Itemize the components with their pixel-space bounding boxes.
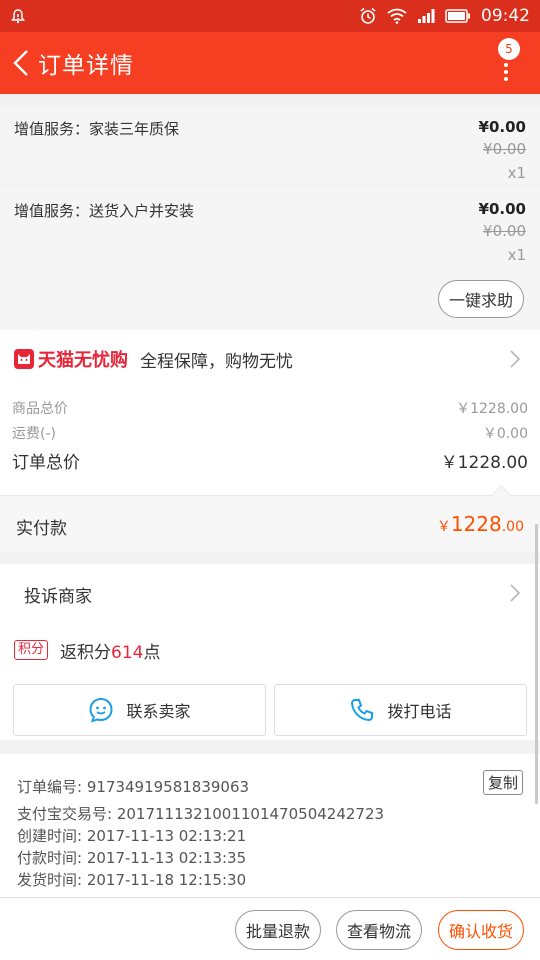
status-bar: 09:42	[0, 0, 540, 32]
payment-time: 付款时间: 2017-11-13 02:13:35	[17, 849, 247, 867]
title-bar: 订单详情 5	[0, 32, 540, 94]
batch-refund-button[interactable]: 批量退款	[235, 910, 321, 950]
complain-seller-row[interactable]: 投诉商家	[0, 564, 540, 622]
chat-bubble-icon	[89, 697, 113, 723]
tmall-guarantee-row[interactable]: 天猫无忧购 全程保障，购物无忧	[0, 330, 540, 388]
clock-time: 09:42	[481, 6, 530, 26]
chevron-right-icon	[510, 584, 520, 602]
alipay-trade-number: 支付宝交易号: 2017111321001101470504242723	[17, 805, 385, 823]
more-vertical-icon	[504, 60, 508, 84]
service-price: ¥0.00	[478, 118, 526, 136]
signal-icon	[417, 8, 435, 24]
tmall-brand-label: 天猫无忧购	[38, 350, 128, 371]
view-logistics-button[interactable]: 查看物流	[336, 910, 422, 950]
battery-icon	[445, 9, 471, 23]
chevron-right-icon	[510, 350, 520, 368]
actual-payment-amount: ￥1228.00	[436, 512, 524, 536]
shipping-label: 运费(-)	[12, 426, 56, 442]
contact-seller-button[interactable]: 联系卖家	[13, 684, 266, 736]
actual-payment-label: 实付款	[16, 519, 67, 539]
guarantee-text: 全程保障，购物无忧	[140, 351, 293, 372]
chevron-left-icon	[13, 50, 28, 76]
bottom-action-bar: 批量退款 查看物流 确认收货	[0, 897, 540, 960]
call-phone-label: 拨打电话	[387, 702, 452, 721]
notification-badge: 5	[498, 38, 520, 60]
service-original-price: ¥0.00	[483, 222, 526, 240]
service-name: 增值服务：送货入户并安装	[14, 202, 195, 220]
scrollbar[interactable]	[535, 524, 538, 804]
goods-total-value: ￥1228.00	[456, 401, 528, 417]
price-summary: 商品总价 ￥1228.00 运费(-) ￥0.00 订单总价 ￥1228.00	[0, 388, 540, 495]
order-info-section: 订单编号: 91734919581839063 复制 支付宝交易号: 20171…	[0, 754, 540, 897]
service-quantity: x1	[507, 164, 526, 182]
tmall-cat-icon	[14, 349, 34, 369]
order-total-label: 订单总价	[12, 453, 80, 473]
goods-total-row: 商品总价 ￥1228.00	[12, 398, 528, 418]
phone-icon	[351, 699, 374, 722]
wifi-icon	[387, 8, 407, 24]
order-total-value: ￥1228.00	[440, 453, 528, 473]
service-quantity: x1	[507, 246, 526, 264]
shipping-row: 运费(-) ￥0.00	[12, 423, 528, 443]
order-number[interactable]: 订单编号: 91734919581839063	[17, 776, 249, 797]
alarm-icon	[359, 7, 377, 25]
points-row: 积分 返积分614点	[0, 622, 540, 678]
service-original-price: ¥0.00	[483, 140, 526, 158]
goods-total-label: 商品总价	[12, 401, 68, 417]
created-time: 创建时间: 2017-11-13 02:13:21	[17, 827, 247, 845]
shipped-time: 发货时间: 2017-11-18 12:15:30	[17, 871, 247, 889]
previous-item-edge	[0, 94, 540, 102]
tmall-worry-free-logo: 天猫无忧购	[14, 346, 128, 372]
contact-seller-label: 联系卖家	[126, 702, 191, 721]
copy-button[interactable]: 复制	[482, 770, 523, 795]
page-title: 订单详情	[38, 53, 134, 79]
confirm-receipt-button[interactable]: 确认收货	[438, 910, 524, 950]
service-price: ¥0.00	[478, 200, 526, 218]
order-total-row: 订单总价 ￥1228.00	[12, 448, 528, 473]
complain-seller-label: 投诉商家	[24, 587, 92, 607]
points-text: 返积分614点	[60, 643, 161, 663]
contact-buttons: 联系卖家 拨打电话	[0, 678, 540, 740]
service-item: 增值服务：家装三年质保 ¥0.00 ¥0.00 x1	[0, 106, 540, 184]
order-detail-content[interactable]: 增值服务：家装三年质保 ¥0.00 ¥0.00 x1 增值服务：送货入户并安装 …	[0, 94, 540, 897]
shipping-value: ￥0.00	[482, 426, 528, 442]
actual-payment-row: 实付款 ￥1228.00	[0, 485, 540, 552]
call-phone-button[interactable]: 拨打电话	[274, 684, 527, 736]
service-name: 增值服务：家装三年质保	[14, 120, 180, 138]
more-menu-button[interactable]: 5	[486, 38, 526, 90]
points-value: 614	[111, 643, 144, 663]
one-click-help-button[interactable]: 一键求助	[438, 280, 524, 318]
back-button[interactable]	[4, 32, 38, 94]
notification-bell-icon	[10, 8, 26, 24]
points-tag: 积分	[14, 640, 49, 660]
